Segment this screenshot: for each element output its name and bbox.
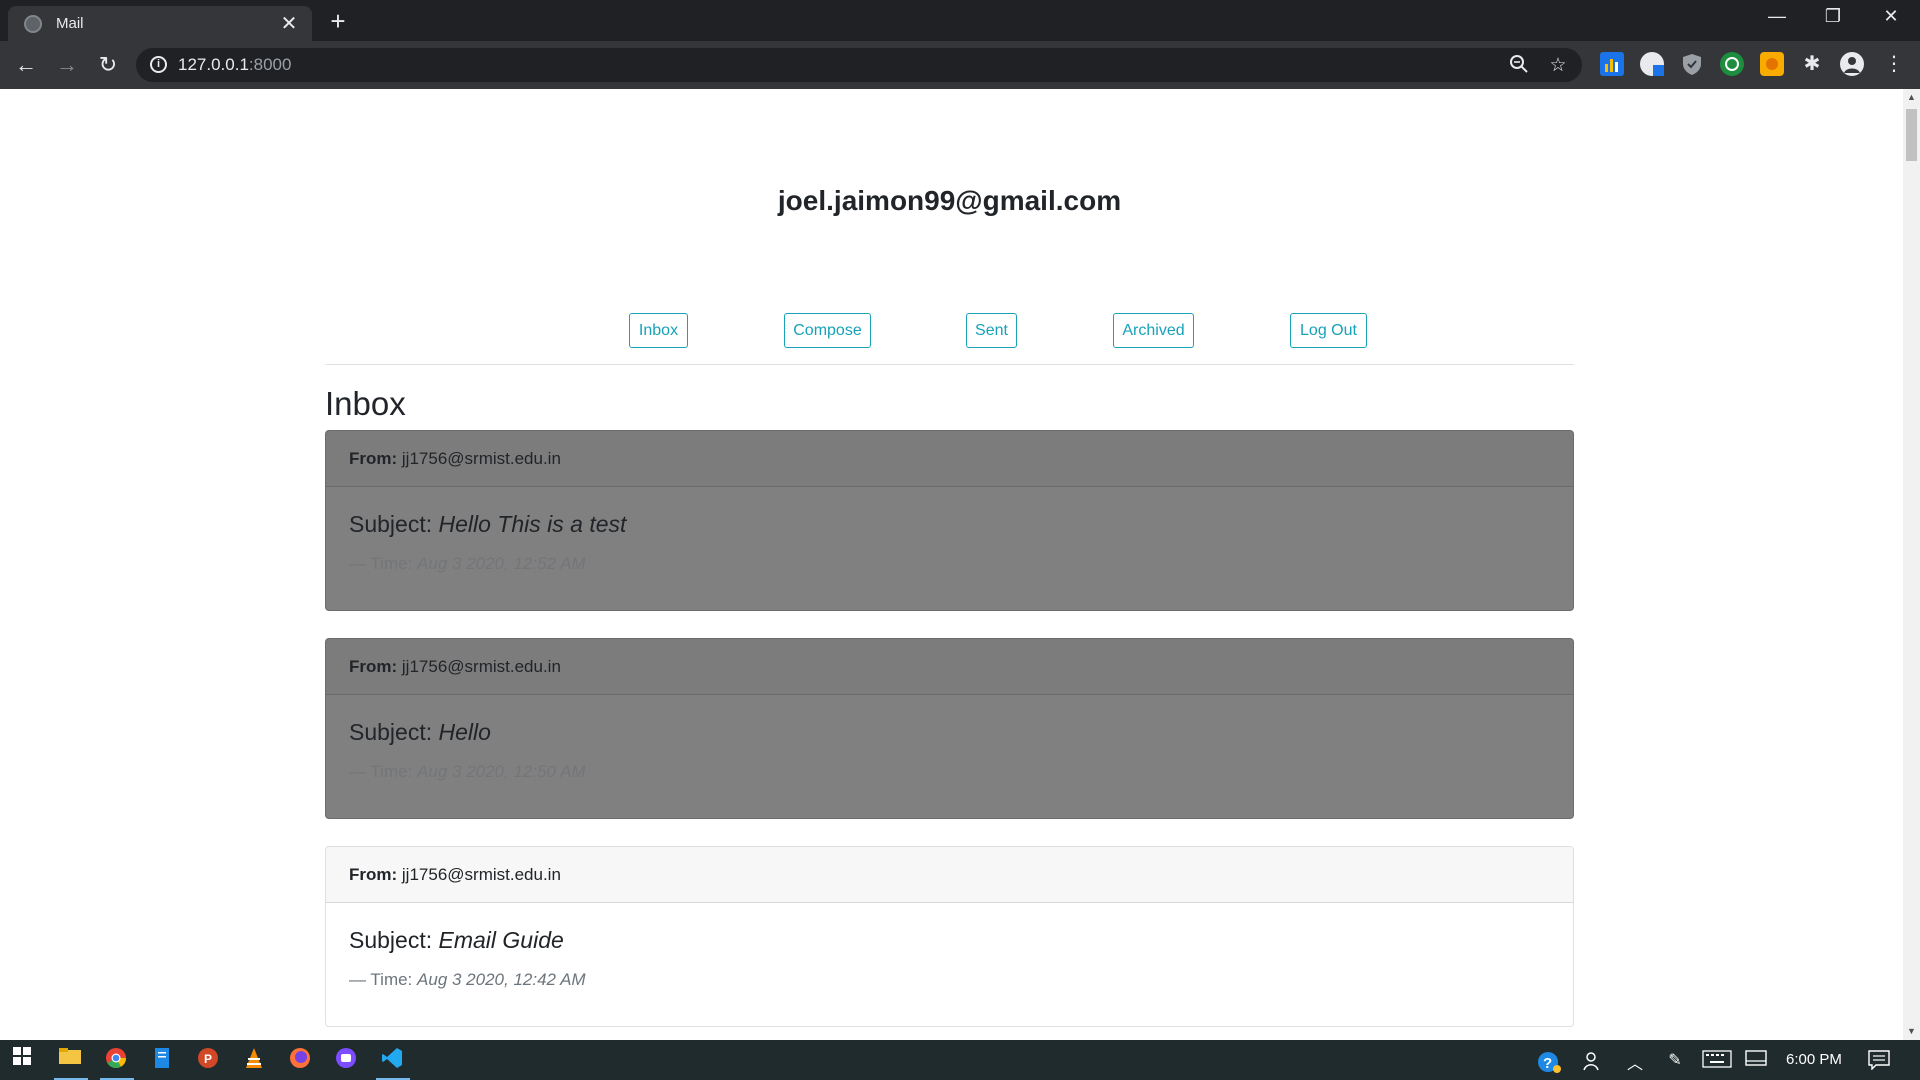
vscode-icon[interactable] <box>378 1046 406 1074</box>
globe-icon <box>24 14 42 33</box>
restore-button[interactable]: ❐ <box>1818 6 1848 27</box>
email-card-body: Subject: Hello This is a test — Time: Au… <box>326 511 1573 574</box>
email-time-line: — Time: Aug 3 2020, 12:50 AM <box>349 762 1550 782</box>
analytics-extension-icon[interactable] <box>1600 52 1624 76</box>
subject-label: Subject: <box>349 719 433 745</box>
email-card-header: From: jj1756@srmist.edu.in <box>326 431 1573 487</box>
logout-button[interactable]: Log Out <box>1290 313 1367 348</box>
compose-button[interactable]: Compose <box>784 313 871 348</box>
address-bar[interactable]: i 127.0.0.1:8000 ☆ <box>136 48 1582 82</box>
email-card-body: Subject: Email Guide — Time: Aug 3 2020,… <box>326 927 1573 990</box>
scroll-down-arrow-icon[interactable]: ▼ <box>1903 1023 1920 1040</box>
yellow-extension-icon[interactable] <box>1760 52 1784 76</box>
tab-close-icon[interactable]: ✕ <box>278 14 300 34</box>
firefox-icon[interactable] <box>286 1046 314 1074</box>
email-time-line: — Time: Aug 3 2020, 12:42 AM <box>349 970 1550 990</box>
shield-icon[interactable] <box>1680 52 1704 76</box>
email-subject: Hello This is a test <box>438 511 627 537</box>
vlc-icon[interactable] <box>240 1046 268 1074</box>
email-sender: jj1756@srmist.edu.in <box>401 449 561 468</box>
browser-toolbar: ← → ↻ i 127.0.0.1:8000 ☆ ✱ ⋮ <box>0 41 1920 89</box>
new-tab-button[interactable]: + <box>325 8 351 34</box>
powerpoint-icon[interactable]: P <box>194 1046 222 1074</box>
back-arrow-icon[interactable]: ← <box>12 51 40 79</box>
email-time-line: — Time: Aug 3 2020, 12:52 AM <box>349 554 1550 574</box>
notepad-icon[interactable] <box>148 1046 176 1074</box>
svg-text:P: P <box>204 1052 212 1066</box>
url-text: 127.0.0.1:8000 <box>178 55 292 74</box>
windows-taskbar: P ? ︿ ✎ 6:00 PM <box>0 1040 1920 1080</box>
help-icon[interactable]: ? <box>1536 1050 1562 1079</box>
email-card[interactable]: From: jj1756@srmist.edu.in Subject: Hell… <box>325 430 1574 611</box>
minimize-button[interactable]: — <box>1762 6 1792 27</box>
subject-label: Subject: <box>349 927 433 953</box>
email-card[interactable]: From: jj1756@srmist.edu.in Subject: Emai… <box>325 846 1574 1027</box>
email-subject-line: Subject: Hello <box>349 719 1550 746</box>
scroll-up-arrow-icon[interactable]: ▲ <box>1903 89 1920 106</box>
email-timestamp: Aug 3 2020, 12:42 AM <box>417 970 586 989</box>
email-subject-line: Subject: Hello This is a test <box>349 511 1550 538</box>
email-sender: jj1756@srmist.edu.in <box>401 865 561 884</box>
bookmark-star-icon[interactable]: ☆ <box>1546 54 1570 77</box>
chrome-icon[interactable] <box>102 1046 130 1074</box>
forward-arrow-icon[interactable]: → <box>53 51 81 79</box>
email-card-body: Subject: Hello — Time: Aug 3 2020, 12:50… <box>326 719 1573 782</box>
close-window-button[interactable]: ✕ <box>1876 6 1906 27</box>
mail-nav: Inbox Compose Sent Archived Log Out <box>325 313 1574 349</box>
email-card[interactable]: From: jj1756@srmist.edu.in Subject: Hell… <box>325 638 1574 819</box>
nav-divider <box>325 364 1574 365</box>
email-subject: Hello <box>438 719 491 745</box>
chevron-up-icon[interactable]: ︿ <box>1624 1050 1646 1074</box>
time-label: — Time: <box>349 762 413 781</box>
from-label: From: <box>349 449 398 468</box>
page-viewport: joel.jaimon99@gmail.com Inbox Compose Se… <box>0 89 1903 1040</box>
browser-tab-mail[interactable]: Mail ✕ <box>8 6 312 41</box>
profile-avatar-icon[interactable] <box>1840 52 1864 76</box>
profile-sync-extension-icon[interactable] <box>1640 52 1664 76</box>
from-label: From: <box>349 865 398 884</box>
people-icon[interactable] <box>1582 1050 1604 1077</box>
more-menu-icon[interactable]: ⋮ <box>1882 52 1906 76</box>
windows-start-icon[interactable] <box>8 1046 36 1074</box>
scrollbar-thumb[interactable] <box>1906 109 1917 161</box>
file-explorer-icon[interactable] <box>56 1046 84 1074</box>
pen-icon[interactable]: ✎ <box>1663 1050 1687 1070</box>
email-sender: jj1756@srmist.edu.in <box>401 657 561 676</box>
zoom-icon[interactable] <box>1507 54 1531 80</box>
email-subject: Email Guide <box>438 927 564 953</box>
browser-titlebar: Mail ✕ + — ❐ ✕ <box>0 0 1920 41</box>
page-title: Inbox <box>325 385 406 422</box>
green-extension-icon[interactable] <box>1720 52 1744 76</box>
user-email-heading: joel.jaimon99@gmail.com <box>777 185 1122 216</box>
extensions-puzzle-icon[interactable]: ✱ <box>1800 52 1824 76</box>
system-clock[interactable]: 6:00 PM <box>1786 1051 1842 1068</box>
email-timestamp: Aug 3 2020, 12:50 AM <box>417 762 586 781</box>
email-card-header: From: jj1756@srmist.edu.in <box>326 639 1573 695</box>
from-label: From: <box>349 657 398 676</box>
notification-icon[interactable] <box>1868 1050 1890 1075</box>
sent-button[interactable]: Sent <box>966 313 1017 348</box>
app-purple-icon[interactable] <box>332 1046 360 1074</box>
email-subject-line: Subject: Email Guide <box>349 927 1550 954</box>
site-info-icon[interactable]: i <box>150 56 167 73</box>
reload-icon[interactable]: ↻ <box>94 51 122 79</box>
email-card-header: From: jj1756@srmist.edu.in <box>326 847 1573 903</box>
tab-title: Mail <box>56 15 84 32</box>
inbox-button[interactable]: Inbox <box>629 313 688 348</box>
subject-label: Subject: <box>349 511 433 537</box>
page-scrollbar[interactable]: ▲ ▼ <box>1903 89 1920 1040</box>
time-label: — Time: <box>349 970 413 989</box>
keyboard-icon[interactable] <box>1702 1050 1732 1073</box>
time-label: — Time: <box>349 554 413 573</box>
display-icon[interactable] <box>1745 1050 1767 1073</box>
archived-button[interactable]: Archived <box>1113 313 1194 348</box>
svg-text:?: ? <box>1543 1055 1552 1072</box>
email-timestamp: Aug 3 2020, 12:52 AM <box>417 554 586 573</box>
